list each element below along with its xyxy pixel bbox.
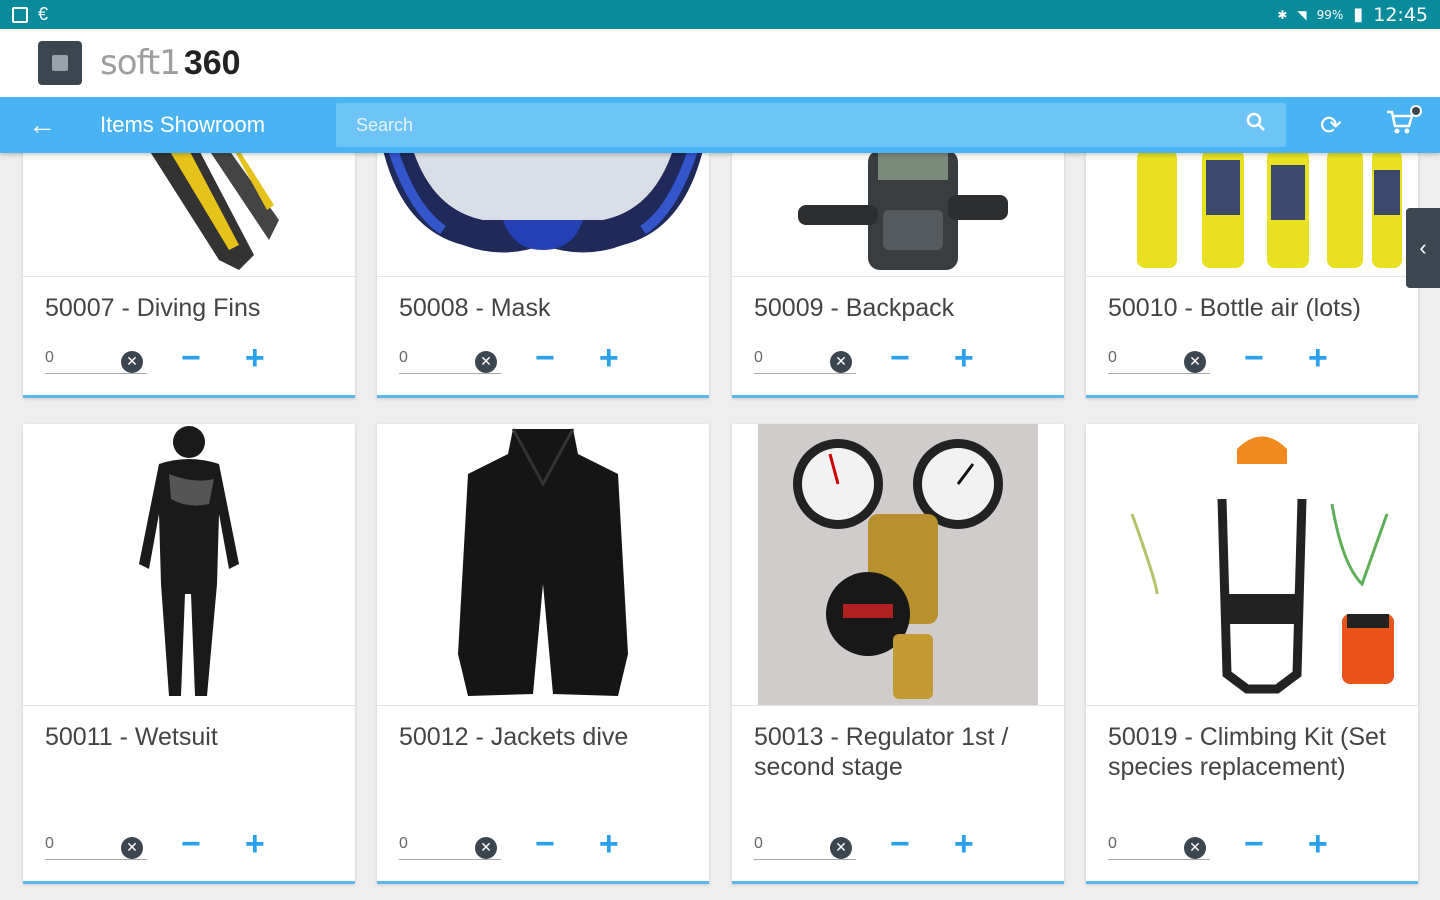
quantity-field[interactable]: 0 ✕ bbox=[1108, 342, 1210, 374]
status-bar-left: € bbox=[12, 4, 48, 25]
product-title: 50008 - Mask bbox=[399, 294, 551, 322]
quantity-value[interactable]: 0 bbox=[754, 835, 763, 853]
bluetooth-icon: ✱ bbox=[1277, 7, 1288, 22]
product-card[interactable]: 50012 - Jackets dive 0 ✕ − + bbox=[377, 424, 709, 884]
increase-button[interactable]: + bbox=[245, 341, 265, 375]
quantity-value[interactable]: 0 bbox=[399, 835, 408, 853]
product-title: 50009 - Backpack bbox=[754, 294, 955, 322]
product-image bbox=[377, 424, 709, 706]
quantity-value[interactable]: 0 bbox=[754, 349, 763, 367]
clear-icon[interactable]: ✕ bbox=[121, 350, 143, 373]
product-image bbox=[1086, 153, 1418, 277]
product-image bbox=[377, 153, 709, 277]
search-bar[interactable] bbox=[336, 103, 1286, 147]
refresh-icon[interactable]: ⟳ bbox=[1320, 110, 1342, 141]
product-title: 50012 - Jackets dive bbox=[399, 723, 629, 751]
quantity-value[interactable]: 0 bbox=[1108, 835, 1117, 853]
clear-icon[interactable]: ✕ bbox=[1184, 836, 1206, 859]
quantity-field[interactable]: 0 ✕ bbox=[1108, 828, 1210, 860]
clear-icon[interactable]: ✕ bbox=[121, 836, 143, 859]
decrease-button[interactable]: − bbox=[1244, 827, 1264, 861]
quantity-field[interactable]: 0 ✕ bbox=[754, 828, 856, 860]
decrease-button[interactable]: − bbox=[535, 341, 555, 375]
product-title: 50011 - Wetsuit bbox=[45, 723, 218, 751]
increase-button[interactable]: + bbox=[599, 341, 619, 375]
product-image bbox=[732, 153, 1064, 277]
product-title: 50010 - Bottle air (lots) bbox=[1108, 294, 1361, 322]
quantity-field[interactable]: 0 ✕ bbox=[399, 828, 501, 860]
quantity-value[interactable]: 0 bbox=[45, 349, 54, 367]
increase-button[interactable]: + bbox=[245, 827, 265, 861]
decrease-button[interactable]: − bbox=[1244, 341, 1264, 375]
brand-name: soft1 360 bbox=[100, 43, 241, 83]
product-card[interactable]: 50011 - Wetsuit 0 ✕ − + bbox=[23, 424, 355, 884]
chevron-left-icon: ‹ bbox=[1419, 235, 1427, 260]
product-card[interactable]: 50009 - Backpack 0 ✕ − + bbox=[732, 153, 1064, 398]
product-image bbox=[23, 153, 355, 277]
app-header: soft1 360 bbox=[0, 29, 1440, 97]
increase-button[interactable]: + bbox=[954, 341, 974, 375]
cart-icon[interactable] bbox=[1386, 104, 1422, 142]
quantity-stepper: 0 ✕ − + bbox=[45, 827, 265, 861]
clear-icon[interactable]: ✕ bbox=[1184, 350, 1206, 373]
quantity-stepper: 0 ✕ − + bbox=[399, 827, 619, 861]
product-grid: 50007 - Diving Fins 0 ✕ − + 50008 - Mask… bbox=[0, 153, 1440, 900]
product-card[interactable]: 50007 - Diving Fins 0 ✕ − + bbox=[23, 153, 355, 398]
app-logo-icon bbox=[38, 41, 82, 85]
product-title: 50007 - Diving Fins bbox=[45, 294, 261, 322]
decrease-button[interactable]: − bbox=[535, 827, 555, 861]
decrease-button[interactable]: − bbox=[181, 341, 201, 375]
brand-bold: 360 bbox=[183, 44, 241, 82]
wifi-icon: ◥ bbox=[1297, 7, 1307, 22]
product-image bbox=[732, 424, 1064, 706]
product-card[interactable]: 50010 - Bottle air (lots) 0 ✕ − + bbox=[1086, 153, 1418, 398]
status-time: 12:45 bbox=[1373, 3, 1428, 26]
clear-icon[interactable]: ✕ bbox=[830, 350, 852, 373]
clear-icon[interactable]: ✕ bbox=[475, 836, 497, 859]
increase-button[interactable]: + bbox=[1308, 341, 1328, 375]
clear-icon[interactable]: ✕ bbox=[830, 836, 852, 859]
product-title: 50019 - Climbing Kit (Set species replac… bbox=[1108, 723, 1386, 781]
side-panel-toggle[interactable]: ‹ bbox=[1406, 208, 1440, 288]
product-image bbox=[23, 424, 355, 706]
quantity-stepper: 0 ✕ − + bbox=[1108, 827, 1328, 861]
quantity-field[interactable]: 0 ✕ bbox=[45, 828, 147, 860]
quantity-stepper: 0 ✕ − + bbox=[754, 341, 974, 375]
decrease-button[interactable]: − bbox=[890, 827, 910, 861]
product-card[interactable]: 50008 - Mask 0 ✕ − + bbox=[377, 153, 709, 398]
quantity-field[interactable]: 0 ✕ bbox=[45, 342, 147, 374]
product-title: 50013 - Regulator 1st / second stage bbox=[754, 723, 1009, 781]
quantity-field[interactable]: 0 ✕ bbox=[754, 342, 856, 374]
page-title: Items Showroom bbox=[100, 112, 266, 137]
quantity-stepper: 0 ✕ − + bbox=[399, 341, 619, 375]
quantity-value[interactable]: 0 bbox=[1108, 349, 1117, 367]
battery-level: 99% bbox=[1316, 7, 1344, 22]
search-input[interactable] bbox=[356, 114, 1246, 136]
status-bar-right: ✱ ◥ 99% ▮ 12:45 bbox=[1277, 4, 1428, 26]
cart-badge bbox=[1409, 104, 1422, 117]
increase-button[interactable]: + bbox=[599, 827, 619, 861]
decrease-button[interactable]: − bbox=[181, 827, 201, 861]
quantity-field[interactable]: 0 ✕ bbox=[399, 342, 501, 374]
battery-icon: ▮ bbox=[1353, 4, 1364, 25]
status-bar: € ✱ ◥ 99% ▮ 12:45 bbox=[0, 0, 1440, 29]
quantity-stepper: 0 ✕ − + bbox=[45, 341, 265, 375]
toolbar: ← Items Showroom ⟳ bbox=[0, 97, 1440, 153]
quantity-value[interactable]: 0 bbox=[45, 835, 54, 853]
quantity-stepper: 0 ✕ − + bbox=[1108, 341, 1328, 375]
product-card[interactable]: 50013 - Regulator 1st / second stage 0 ✕… bbox=[732, 424, 1064, 884]
search-icon[interactable] bbox=[1246, 112, 1266, 138]
product-image bbox=[1086, 424, 1418, 706]
increase-button[interactable]: + bbox=[1308, 827, 1328, 861]
notification-icon: € bbox=[38, 4, 49, 24]
decrease-button[interactable]: − bbox=[890, 341, 910, 375]
back-arrow-icon[interactable]: ← bbox=[28, 109, 84, 141]
increase-button[interactable]: + bbox=[954, 827, 974, 861]
quantity-stepper: 0 ✕ − + bbox=[754, 827, 974, 861]
quantity-value[interactable]: 0 bbox=[399, 349, 408, 367]
brand-light: soft1 bbox=[100, 43, 181, 83]
clear-icon[interactable]: ✕ bbox=[475, 350, 497, 373]
gallery-icon bbox=[12, 6, 28, 23]
product-card[interactable]: 50019 - Climbing Kit (Set species replac… bbox=[1086, 424, 1418, 884]
